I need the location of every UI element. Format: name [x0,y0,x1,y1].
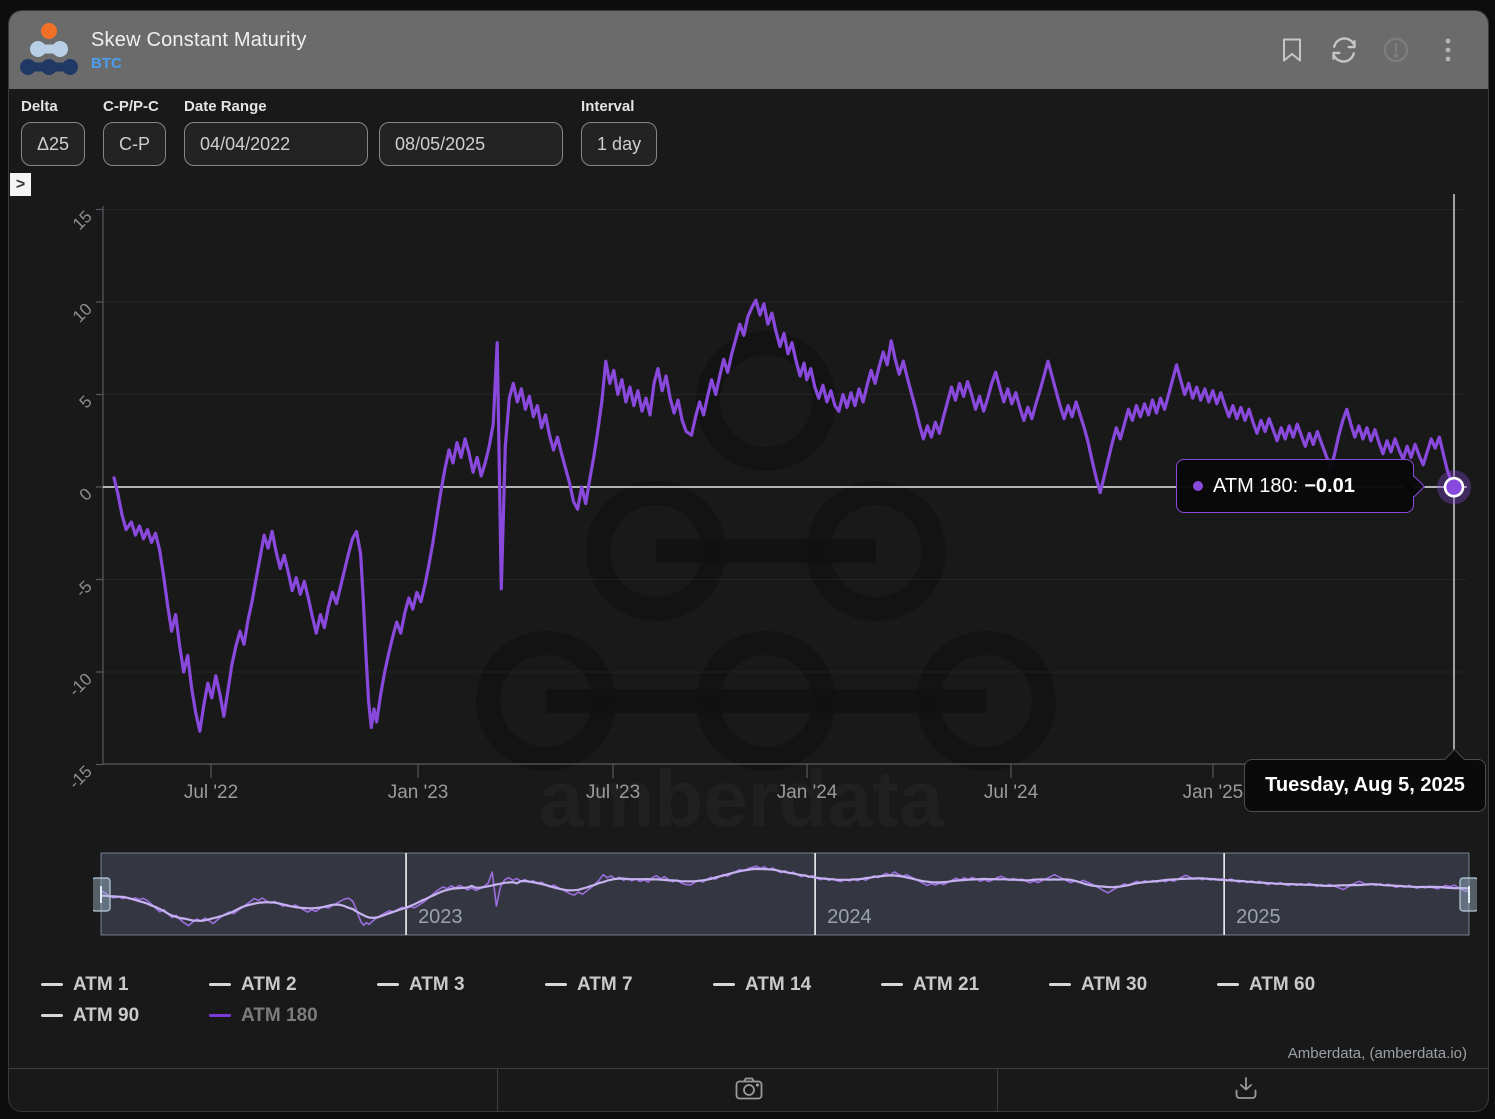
legend-dash-icon [41,983,63,986]
cp-pc-label: C-P/P-C [103,98,166,115]
widget-header: Skew Constant Maturity BTC [9,11,1488,89]
refresh-icon[interactable] [1330,36,1358,64]
legend-dash-icon [1049,983,1071,986]
delta-label: Delta [21,98,85,115]
kebab-menu-icon[interactable] [1434,36,1462,64]
y-axis-label: -15 [65,762,96,793]
footer-toolbar [9,1068,1488,1112]
tooltip-series-label: ATM 180: [1213,475,1298,498]
legend-dash-icon [209,983,231,986]
legend-item-atm-7[interactable]: ATM 7 [545,969,713,1000]
range-navigator[interactable]: 2023 2024 2025 [93,848,1477,940]
toolbar-divider [497,1069,498,1112]
date-to-input[interactable]: 08/05/2025 [379,122,563,166]
legend-dash-icon [881,983,903,986]
legend-item-atm-3[interactable]: ATM 3 [377,969,545,1000]
interval-label: Interval [581,98,657,115]
navigator-year-label: 2024 [827,906,872,928]
page: Skew Constant Maturity BTC [0,0,1495,1119]
last-point-marker[interactable] [1445,478,1463,496]
bookmark-icon[interactable] [1278,36,1306,64]
legend-item-atm-1[interactable]: ATM 1 [41,969,209,1000]
legend-item-atm-30[interactable]: ATM 30 [1049,969,1217,1000]
legend-item-atm-60[interactable]: ATM 60 [1217,969,1385,1000]
x-axis-label: Jul '22 [184,782,238,803]
legend-label: ATM 14 [745,974,811,996]
y-axis-label: -10 [65,669,96,700]
legend-label: ATM 60 [1249,974,1315,996]
legend-label: ATM 180 [241,1005,318,1027]
date-from-input[interactable]: 04/04/2022 [184,122,368,166]
x-axis-label: Jan '25 [1183,782,1244,803]
y-axis-label: 5 [76,392,96,412]
legend-label: ATM 30 [1081,974,1147,996]
legend-label: ATM 3 [409,974,465,996]
credit-text: Amberdata, (amberdata.io) [1288,1045,1467,1062]
tooltip-value: −0.01 [1304,475,1355,498]
amberdata-logo [19,19,79,81]
y-axis-label: -5 [72,577,96,601]
legend-label: ATM 90 [73,1005,139,1027]
interval-select[interactable]: 1 day [581,122,657,166]
legend-dash-icon [713,983,735,986]
date-tooltip-text: Tuesday, Aug 5, 2025 [1265,774,1465,797]
x-axis-label: Jul '23 [586,782,640,803]
date-range-label: Date Range [184,98,563,115]
series-atm-180 [114,300,1454,731]
legend-dash-icon [545,983,567,986]
date-tooltip: Tuesday, Aug 5, 2025 [1244,759,1486,812]
legend-dash-icon [209,1014,231,1017]
legend-item-atm-90[interactable]: ATM 90 [41,1000,209,1031]
y-axis-label: 15 [69,207,96,234]
screenshot-camera-button[interactable] [734,1076,764,1107]
x-axis-label: Jan '23 [388,782,449,803]
x-axis-label: Jan '24 [777,782,838,803]
legend-item-atm-2[interactable]: ATM 2 [209,969,377,1000]
delta-select[interactable]: Δ25 [21,122,85,166]
controls-bar: Delta Δ25 C-P/P-C C-P Date Range 04/04/2… [21,98,657,166]
series-bullet-icon [1193,481,1203,491]
legend-item-atm-180[interactable]: ATM 180 [209,1000,377,1031]
legend-item-atm-21[interactable]: ATM 21 [881,969,1049,1000]
legend-label: ATM 1 [73,974,129,996]
chart-widget: Skew Constant Maturity BTC [8,10,1489,1112]
x-axis-label: Jul '24 [984,782,1039,803]
legend-label: ATM 2 [241,974,297,996]
toolbar-divider [997,1069,998,1112]
legend-dash-icon [41,1014,63,1017]
alert-circle-icon[interactable] [1382,36,1410,64]
legend-label: ATM 7 [577,974,633,996]
legend-item-atm-14[interactable]: ATM 14 [713,969,881,1000]
legend-dash-icon [1217,983,1239,986]
download-button[interactable] [1233,1076,1259,1107]
y-axis-label: 0 [76,484,96,504]
y-axis-label: 10 [69,299,96,326]
symbol-label: BTC [91,55,307,72]
navigator-year-label: 2025 [1236,906,1281,928]
legend-dash-icon [377,983,399,986]
cp-pc-select[interactable]: C-P [103,122,166,166]
legend-label: ATM 21 [913,974,979,996]
navigator-year-label: 2023 [418,906,463,928]
widget-title: Skew Constant Maturity [91,29,307,52]
series-tooltip: ATM 180: −0.01 [1176,459,1414,513]
legend: ATM 1 ATM 2 ATM 3 ATM 7 ATM 14 ATM 21 ATM 30 AT… [41,969,1441,1031]
